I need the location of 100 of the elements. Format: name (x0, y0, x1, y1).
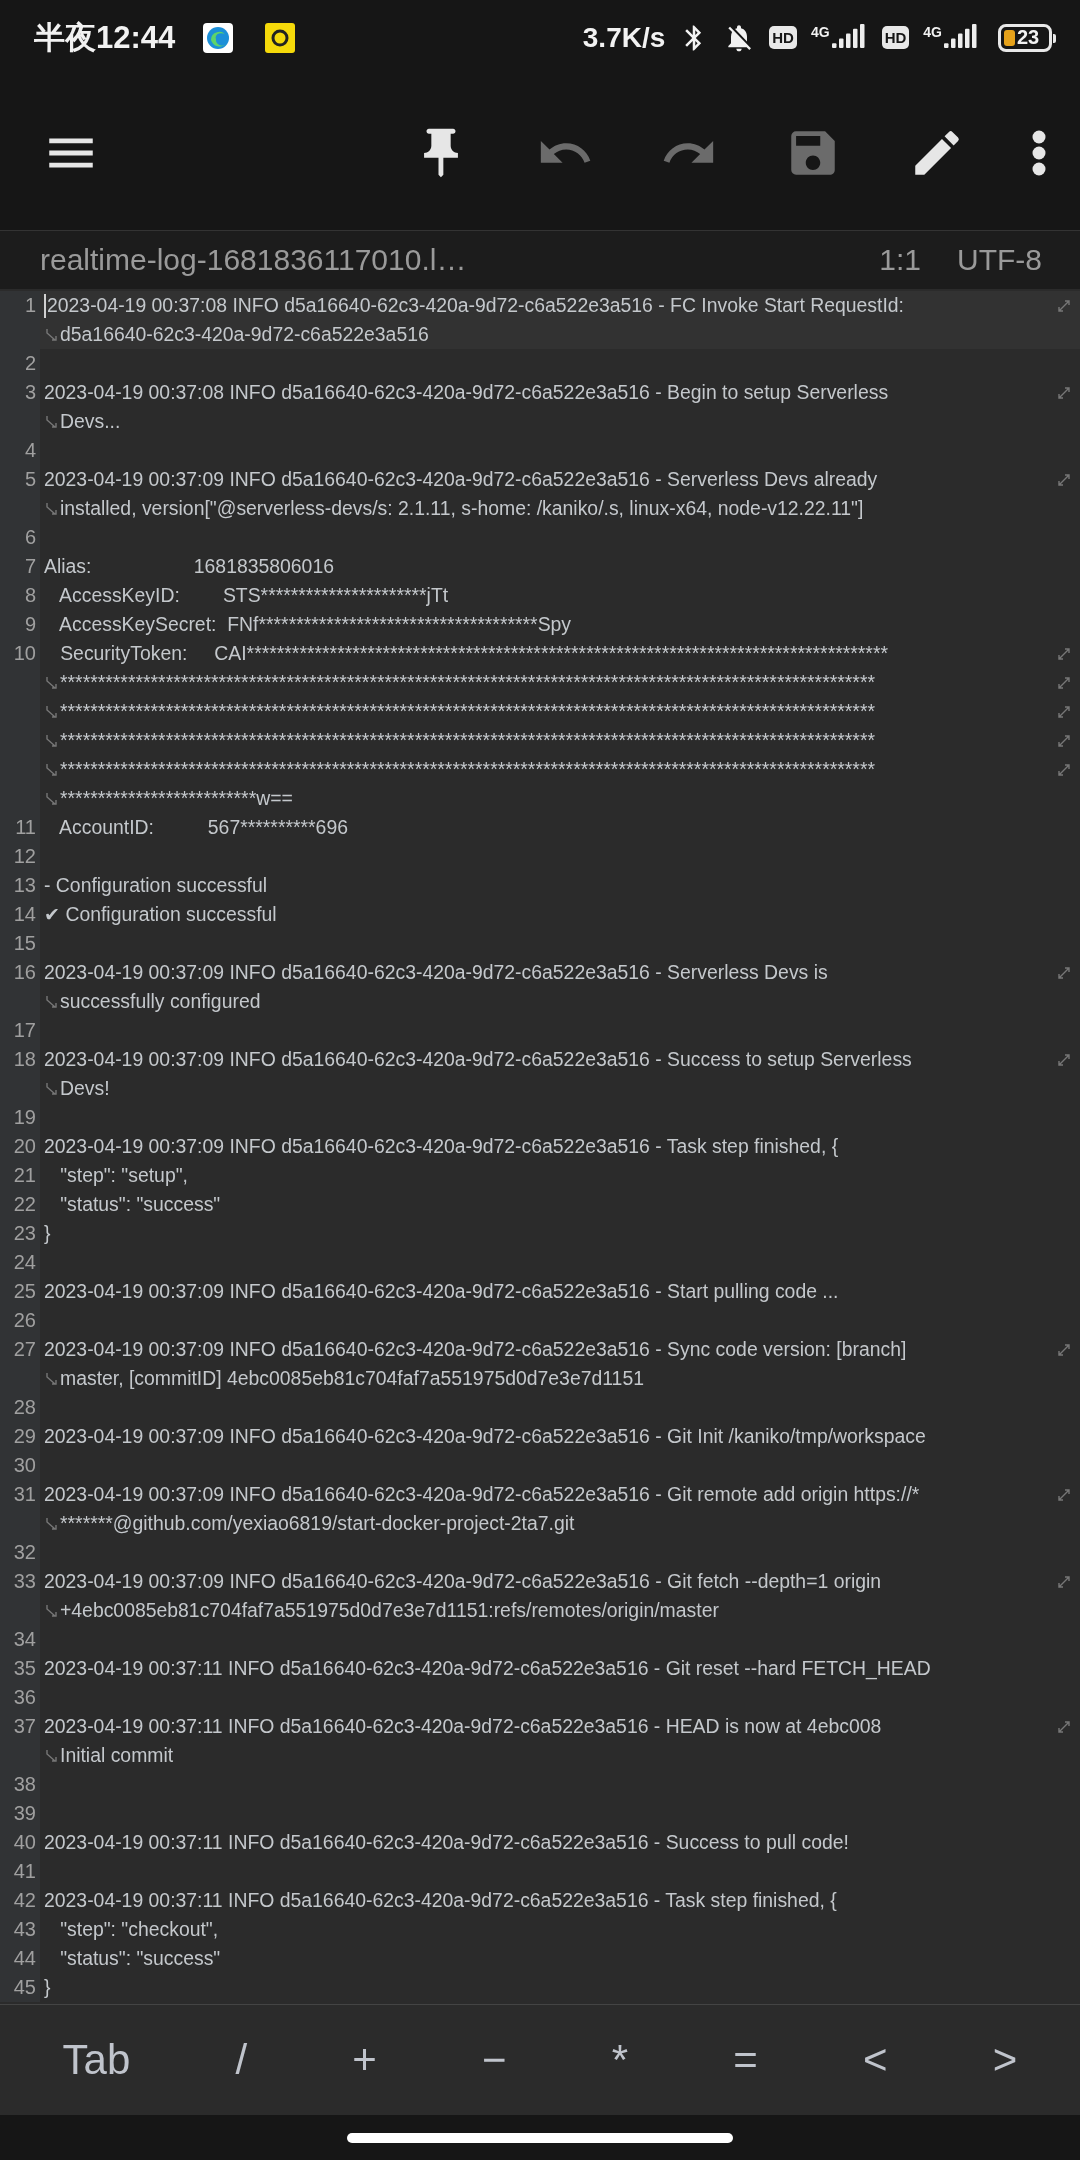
line-number: 25 (0, 1277, 40, 1306)
code-line: ✔ Configuration successful (44, 902, 277, 927)
code-line: ************************************************************************************************************ (60, 699, 875, 724)
symbol-key[interactable]: / (221, 2030, 262, 2090)
code-line: } (44, 1975, 51, 2000)
code-line: - Configuration successful (44, 873, 268, 898)
code-line: installed, version["@serverless-devs/s: 2.1.11, s-home: /kaniko/.s, linux-x64, node-v12.22.11"] (60, 496, 864, 521)
line-number: 43 (0, 1915, 40, 1944)
wrap-arrow-icon (1056, 471, 1072, 488)
more-icon (1032, 129, 1046, 176)
line-number: 30 (0, 1451, 40, 1480)
wrap-continue-icon (44, 1602, 60, 1619)
wrap-arrow-icon (1056, 674, 1072, 691)
wrap-continue-icon (44, 993, 60, 1010)
line-number: 23 (0, 1219, 40, 1248)
code-line: ************************************************************************************************************ (60, 757, 875, 782)
code-line: 2023-04-19 00:37:09 INFO d5a16640-62c3-420a-9d72-c6a522e3a516 - Git Init /kaniko/tmp/workspace (44, 1424, 926, 1449)
line-number: 10 (0, 639, 40, 813)
code-line: SecurityToken: CAI************************************************************************************* (59, 641, 888, 666)
line-number: 28 (0, 1393, 40, 1422)
wrap-arrow-icon (1056, 703, 1072, 720)
code-line: Devs... (60, 409, 121, 434)
hd-badge: HD (769, 26, 797, 49)
wrap-continue-icon (44, 1370, 60, 1387)
line-number: 22 (0, 1190, 40, 1219)
code-line: 2023-04-19 00:37:09 INFO d5a16640-62c3-420a-9d72-c6a522e3a516 - Serverless Devs already (44, 467, 878, 492)
code-line: 2023-04-19 00:37:11 INFO d5a16640-62c3-420a-9d72-c6a522e3a516 - HEAD is now at 4ebc008 (44, 1714, 882, 1739)
wrap-arrow-icon (1056, 1718, 1072, 1735)
hd-badge: HD (881, 26, 910, 49)
line-number: 6 (0, 523, 40, 552)
wrap-continue-icon (44, 1747, 60, 1764)
wrap-arrow-icon (1056, 1051, 1072, 1068)
line-number: 7 (0, 552, 40, 581)
code-line: AccessKeySecret: FNf*************************************Spy (58, 612, 572, 637)
line-number: 27 (0, 1335, 40, 1393)
line-number: 19 (0, 1103, 40, 1132)
code-line: d5a16640-62c3-420a-9d72-c6a522e3a516 (60, 322, 429, 347)
line-number: 12 (0, 842, 40, 871)
code-line: } (44, 1221, 51, 1246)
line-number: 37 (0, 1712, 40, 1770)
code-line: +4ebc0085eb81c704faf7a551975d0d7e3e7d1151:refs/remotes/origin/master (60, 1598, 719, 1623)
code-line: 2023-04-19 00:37:09 INFO d5a16640-62c3-420a-9d72-c6a522e3a516 - Start pulling code ... (44, 1279, 839, 1304)
line-number: 18 (0, 1045, 40, 1103)
symbol-key[interactable]: Tab (48, 2030, 145, 2090)
line-number: 5 (0, 465, 40, 523)
symbol-key[interactable]: > (978, 2030, 1032, 2090)
line-number: 17 (0, 1016, 40, 1045)
line-number: 16 (0, 958, 40, 1016)
line-number: 32 (0, 1538, 40, 1567)
wrap-continue-icon (44, 1515, 60, 1532)
code-line: 2023-04-19 00:37:11 INFO d5a16640-62c3-420a-9d72-c6a522e3a516 - Git reset --hard FETCH_HEAD (44, 1656, 931, 1682)
line-number: 13 (0, 871, 40, 900)
browser-app-icon (203, 22, 234, 53)
line-number: 44 (0, 1944, 40, 1973)
code-line: Devs! (60, 1076, 110, 1101)
symbol-key[interactable]: < (849, 2030, 902, 2090)
wrap-arrow-icon (1056, 1573, 1072, 1590)
wrap-arrow-icon (1056, 964, 1072, 981)
line-number: 24 (0, 1248, 40, 1277)
app-icon (265, 22, 296, 53)
line-number: 11 (0, 813, 40, 842)
line-number: 3 (0, 378, 40, 436)
symbol-key[interactable]: + (338, 2030, 391, 2090)
wrap-continue-icon (44, 1080, 60, 1097)
line-number: 35 (0, 1654, 40, 1683)
code-line: 2023-04-19 00:37:09 INFO d5a16640-62c3-420a-9d72-c6a522e3a516 - Serverless Devs is (44, 960, 828, 985)
wrap-arrow-icon (1056, 1486, 1072, 1503)
symbol-key[interactable]: * (597, 2030, 643, 2090)
code-line: Initial commit (60, 1743, 174, 1768)
line-number: 14 (0, 900, 40, 929)
code-line: 2023-04-19 00:37:08 INFO d5a16640-62c3-420a-9d72-c6a522e3a516 - FC Invoke Start RequestId: (47, 293, 904, 318)
cursor-position: 1:1 (879, 243, 921, 277)
line-number: 36 (0, 1683, 40, 1712)
symbol-key[interactable]: − (468, 2030, 521, 2090)
line-number: 41 (0, 1857, 40, 1886)
wrap-arrow-icon (1056, 645, 1072, 662)
network-type: 4G (923, 23, 942, 40)
code-line: 2023-04-19 00:37:08 INFO d5a16640-62c3-420a-9d72-c6a522e3a516 - Begin to setup Serverless (44, 380, 889, 405)
line-number: 26 (0, 1306, 40, 1335)
code-line: ************************************************************************************************************ (60, 670, 875, 695)
line-number: 40 (0, 1828, 40, 1857)
code-line: 2023-04-19 00:37:09 INFO d5a16640-62c3-420a-9d72-c6a522e3a516 - Git remote add origin https://* (44, 1482, 920, 1507)
wrap-continue-icon (44, 326, 60, 343)
line-number: 39 (0, 1799, 40, 1828)
home-indicator[interactable] (347, 2132, 733, 2143)
file-name: realtime-log-1681836117010.l… (40, 243, 468, 277)
file-encoding: UTF-8 (957, 243, 1042, 277)
line-number: 29 (0, 1422, 40, 1451)
line-number: 38 (0, 1770, 40, 1799)
text-editor[interactable] (0, 289, 1080, 2004)
code-line: "status": "success" (59, 1946, 221, 1971)
wrap-arrow-icon (1056, 1341, 1072, 1358)
symbol-key[interactable]: = (719, 2030, 772, 2090)
wrap-continue-icon (44, 732, 60, 749)
line-number: 15 (0, 929, 40, 958)
line-number: 9 (0, 610, 40, 639)
wrap-arrow-icon (1056, 732, 1072, 749)
wrap-arrow-icon (1056, 761, 1072, 778)
wrap-arrow-icon (1056, 384, 1072, 401)
code-line: 2023-04-19 00:37:09 INFO d5a16640-62c3-420a-9d72-c6a522e3a516 - Success to setup Serverless (44, 1047, 912, 1072)
